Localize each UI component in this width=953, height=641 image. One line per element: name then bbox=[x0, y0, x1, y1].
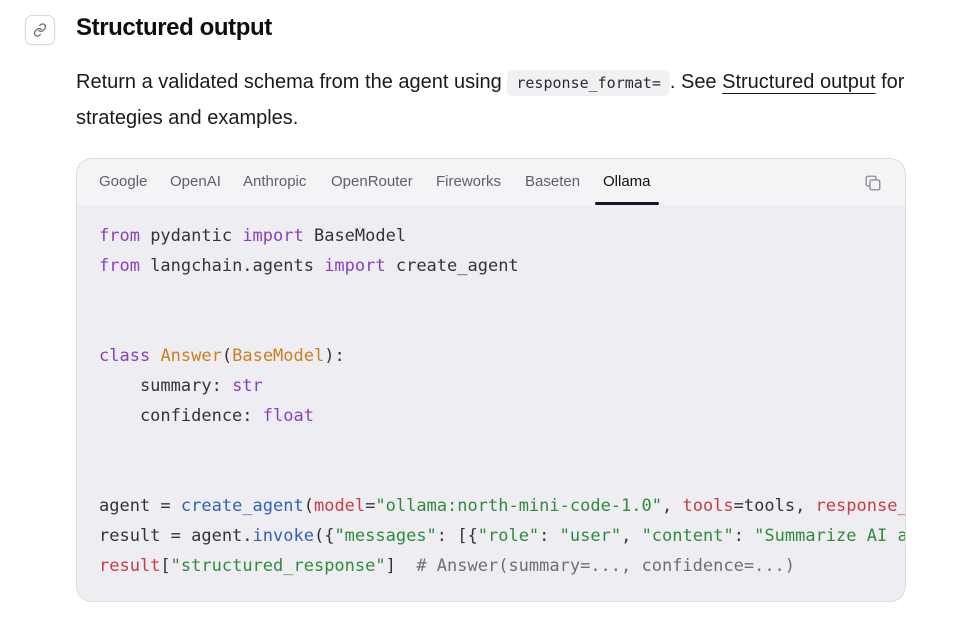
tab-openai[interactable]: OpenAI bbox=[170, 159, 221, 205]
tab-baseten[interactable]: Baseten bbox=[525, 159, 580, 205]
code-token: from bbox=[99, 226, 140, 246]
code-token: summary: bbox=[99, 376, 233, 396]
code-token: ] bbox=[385, 556, 417, 576]
code-token: = bbox=[365, 496, 376, 516]
section-intro: Return a validated schema from the agent… bbox=[76, 65, 906, 136]
code-token: confidence: bbox=[99, 406, 263, 426]
code-line-7: confidence: float bbox=[99, 406, 314, 426]
code-line-12: result["structured_response"] # Answer(s… bbox=[99, 556, 795, 576]
code-token: import bbox=[324, 256, 386, 276]
inline-code-response-format: response_format= bbox=[507, 70, 670, 96]
tab-openrouter[interactable]: OpenRouter bbox=[331, 159, 413, 205]
code-token: agent = bbox=[99, 496, 181, 516]
code-token: float bbox=[262, 406, 314, 426]
code-token: : bbox=[733, 526, 755, 546]
section-heading: Structured output bbox=[76, 14, 272, 41]
code-token: BaseModel bbox=[303, 226, 407, 246]
code-token: class bbox=[99, 346, 151, 366]
code-token: "content" bbox=[641, 526, 734, 546]
tab-google[interactable]: Google bbox=[99, 159, 147, 205]
code-line-6: summary: str bbox=[99, 376, 263, 396]
code-token: pydantic bbox=[139, 226, 243, 246]
tab-anthropic[interactable]: Anthropic bbox=[243, 159, 306, 205]
code-comment: # Answer(summary=..., confidence=...) bbox=[416, 556, 796, 576]
anchor-link-button[interactable] bbox=[25, 15, 55, 45]
copy-button[interactable] bbox=[863, 173, 883, 193]
code-token: [ bbox=[160, 556, 171, 576]
code-token: , bbox=[661, 496, 683, 516]
code-token: "Summarize AI agents" bbox=[754, 526, 905, 546]
code-token: invoke bbox=[252, 526, 314, 546]
code-token: Answer bbox=[160, 346, 222, 366]
code-token: BaseModel bbox=[232, 346, 325, 366]
tab-ollama[interactable]: Ollama bbox=[595, 159, 658, 205]
code-token: tools bbox=[682, 496, 734, 516]
link-icon bbox=[33, 23, 47, 37]
code-token: result bbox=[99, 556, 161, 576]
code-token: import bbox=[242, 226, 304, 246]
code-token: , bbox=[621, 526, 642, 546]
code-token: ): bbox=[324, 346, 345, 366]
code-token: ( bbox=[303, 496, 314, 516]
code-token: response_format bbox=[815, 496, 906, 516]
code-token: "structured_response" bbox=[170, 556, 386, 576]
code-block: Google OpenAI Anthropic OpenRouter Firew… bbox=[76, 158, 906, 602]
intro-text-2: . See bbox=[669, 71, 723, 93]
code-token: str bbox=[232, 376, 263, 396]
tab-fireworks[interactable]: Fireworks bbox=[436, 159, 501, 205]
intro-text-1: Return a validated schema from the agent… bbox=[76, 71, 508, 93]
code-token: langchain.agents bbox=[139, 256, 325, 276]
code-token: create_agent bbox=[385, 256, 519, 276]
code-token: "messages" bbox=[334, 526, 437, 546]
code-token: =tools, bbox=[733, 496, 816, 516]
code-line-10: agent = create_agent(model="ollama:north… bbox=[99, 496, 906, 516]
code-token: result = agent. bbox=[99, 526, 253, 546]
code-line-2: from langchain.agents import create_agen… bbox=[99, 256, 519, 276]
code-token: : [{ bbox=[436, 526, 478, 546]
code-token: "role" bbox=[477, 526, 540, 546]
code-line-1: from pydantic import BaseModel bbox=[99, 226, 406, 246]
code-line-11: result = agent.invoke({"messages": [{"ro… bbox=[99, 526, 905, 546]
structured-output-link[interactable]: Structured output bbox=[722, 71, 875, 93]
provider-tab-bar: Google OpenAI Anthropic OpenRouter Firew… bbox=[77, 159, 905, 205]
code-token: "ollama:north-mini-code-1.0" bbox=[375, 496, 662, 516]
code-text: from pydantic import BaseModel from lang… bbox=[99, 221, 906, 581]
copy-icon bbox=[864, 174, 882, 192]
code-token: ( bbox=[221, 346, 233, 366]
code-content-area: from pydantic import BaseModel from lang… bbox=[77, 205, 905, 601]
code-token: create_agent bbox=[180, 496, 304, 516]
code-token: ({ bbox=[313, 526, 335, 546]
code-token: "user" bbox=[559, 526, 622, 546]
code-line-5: class Answer(BaseModel): bbox=[99, 346, 345, 366]
code-token: model bbox=[313, 496, 366, 516]
code-token: from bbox=[99, 256, 140, 276]
code-token: : bbox=[539, 526, 560, 546]
